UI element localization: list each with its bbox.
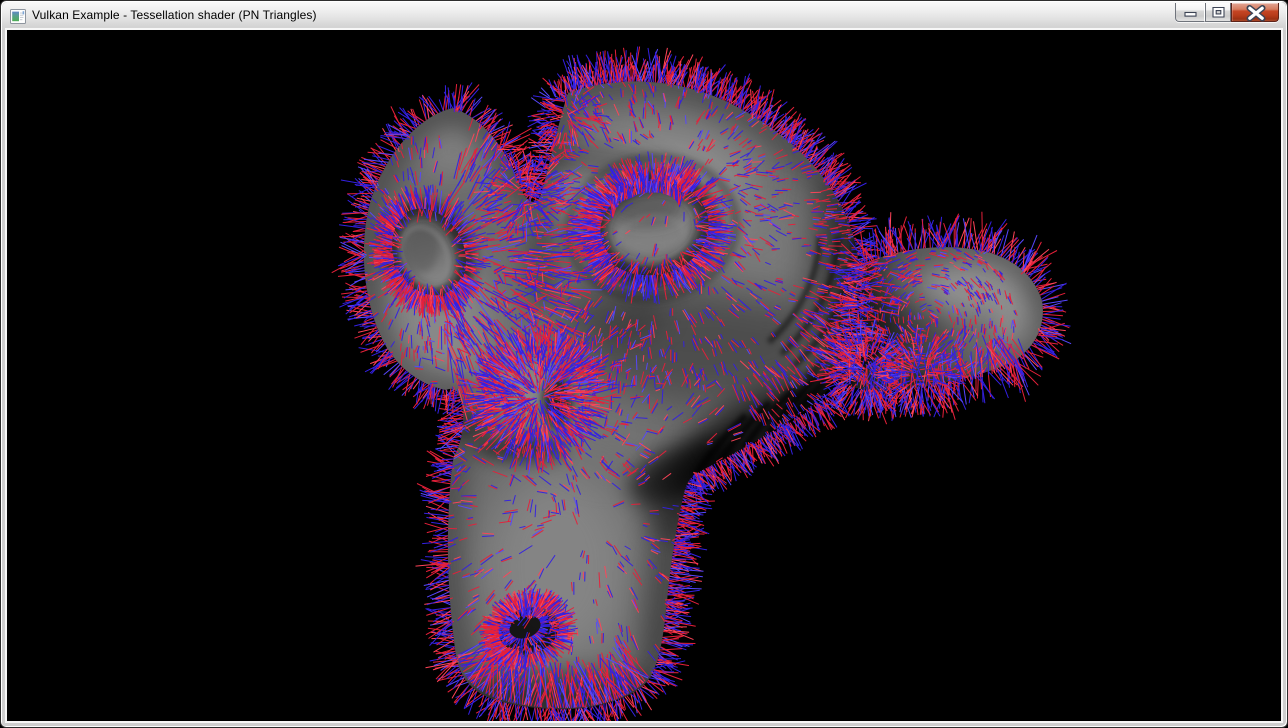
render-viewport[interactable] xyxy=(7,30,1281,721)
caption-buttons xyxy=(1175,3,1279,22)
minimize-icon xyxy=(1176,3,1205,22)
window-title: Vulkan Example - Tessellation shader (PN… xyxy=(32,8,317,22)
maximize-button[interactable] xyxy=(1204,3,1231,22)
maximize-icon xyxy=(1205,3,1232,22)
app-icon xyxy=(10,9,26,24)
minimize-button[interactable] xyxy=(1175,3,1204,22)
tessellated-model-render xyxy=(7,30,1281,721)
close-button[interactable] xyxy=(1231,3,1279,22)
titlebar[interactable]: Vulkan Example - Tessellation shader (PN… xyxy=(2,2,1286,30)
close-icon xyxy=(1232,3,1280,22)
app-window: Vulkan Example - Tessellation shader (PN… xyxy=(0,0,1288,728)
